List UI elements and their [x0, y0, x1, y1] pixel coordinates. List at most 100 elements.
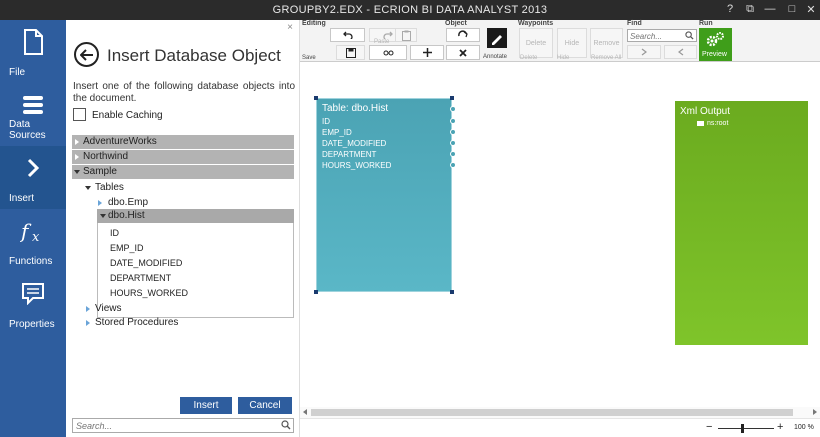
collapse-arrow-icon [74, 170, 80, 174]
table-node-dbo-hist[interactable]: Table: dbo.Hist ID EMP_ID DATE_MODIFIED … [314, 96, 456, 294]
nav-file[interactable]: File [0, 20, 66, 83]
connector-port-icon[interactable] [450, 140, 456, 146]
group-run-label: Run [699, 20, 713, 27]
zoom-slider-track[interactable] [718, 428, 774, 429]
zoom-out-button[interactable]: − [706, 421, 712, 433]
add-button[interactable] [410, 45, 444, 60]
insert-button[interactable]: Insert [180, 397, 232, 414]
speech-bubble-icon [0, 280, 66, 308]
canvas-horizontal-scrollbar[interactable] [300, 407, 820, 418]
resize-handle[interactable] [450, 290, 454, 294]
delete-object-button[interactable] [446, 45, 480, 60]
restore-layout-button[interactable]: ⧉ [743, 3, 757, 16]
window-title: GROUPBY2.EDX - ECRION BI DATA ANALYST 20… [272, 4, 548, 16]
nav-functions[interactable]: fx Functions [0, 209, 66, 272]
tree-db-sample[interactable]: Sample [72, 165, 294, 179]
table-node-field[interactable]: DEPARTMENT [322, 150, 376, 159]
zoom-in-button[interactable]: + [777, 421, 783, 433]
remove-waypoint-button[interactable]: Remove [590, 28, 623, 58]
nav-insert[interactable]: Insert [0, 146, 66, 209]
connector-port-icon[interactable] [450, 118, 456, 124]
save-box[interactable] [336, 45, 365, 60]
find-next-button[interactable] [627, 45, 661, 59]
refresh-button[interactable] [446, 28, 480, 42]
panel-close-icon[interactable]: × [287, 22, 293, 33]
table-node-field[interactable]: ID [322, 117, 330, 126]
tree-field-date-modified[interactable]: DATE_MODIFIED [110, 258, 182, 268]
hide-waypoint-button[interactable]: Hide [557, 28, 587, 58]
cancel-button[interactable]: Cancel [238, 397, 292, 414]
group-object-label: Object [445, 20, 467, 27]
maximize-button[interactable]: □ [785, 3, 799, 15]
xml-root-element[interactable]: ns:root [697, 120, 728, 127]
database-icon [0, 91, 66, 119]
expand-arrow-icon [86, 306, 90, 312]
scroll-right-icon[interactable] [813, 409, 817, 415]
svg-text:x: x [32, 230, 40, 244]
annotate-button[interactable]: Annotate [483, 28, 510, 60]
search-icon[interactable] [685, 31, 694, 43]
design-canvas[interactable]: Table: dbo.Hist ID EMP_ID DATE_MODIFIED … [300, 62, 820, 407]
tree-field-department[interactable]: DEPARTMENT [110, 273, 171, 283]
tree-views[interactable]: Views [85, 303, 185, 315]
search-icon[interactable] [281, 420, 291, 433]
paste-button[interactable] [395, 28, 417, 42]
enable-caching-checkbox[interactable] [73, 108, 86, 121]
panel-title: Insert Database Object [107, 46, 281, 65]
tree-db-northwind[interactable]: Northwind [72, 150, 294, 164]
copy-button[interactable] [369, 45, 407, 60]
connector-port-icon[interactable] [450, 151, 456, 157]
nav-file-label: File [9, 67, 26, 78]
resize-handle[interactable] [314, 290, 318, 294]
nav-properties-label: Properties [9, 319, 55, 330]
tree-table-dbo-emp[interactable]: dbo.Emp [97, 197, 197, 209]
nav-data-sources[interactable]: Data Sources [0, 83, 66, 146]
tree-field-emp-id[interactable]: EMP_ID [110, 243, 144, 253]
panel-search-box [72, 418, 294, 433]
arrow-left-icon [79, 48, 93, 61]
scrollbar-thumb[interactable] [311, 409, 793, 416]
remove-all-waypoints-label: Remove All [591, 55, 622, 61]
scroll-left-icon[interactable] [303, 409, 307, 415]
help-button[interactable]: ? [723, 3, 737, 15]
resize-handle[interactable] [450, 96, 454, 100]
xml-output-node[interactable]: Xml Output ns:root [675, 101, 808, 345]
zoom-slider-thumb[interactable] [741, 424, 744, 433]
find-search-input[interactable] [628, 31, 683, 42]
nav-properties[interactable]: Properties [0, 272, 66, 335]
close-button[interactable]: ✕ [804, 3, 818, 16]
delete-waypoint-button[interactable]: Delete [519, 28, 553, 58]
hide-waypoint-label: Hide [557, 55, 570, 61]
tree-field-hours-worked[interactable]: HOURS_WORKED [110, 288, 188, 298]
status-bar: − + 100 % [300, 418, 820, 437]
preview-button[interactable]: Preview [699, 28, 732, 61]
minimize-button[interactable]: — [763, 3, 777, 15]
tree-db-adventureworks[interactable]: AdventureWorks [72, 135, 294, 149]
group-editing-label: Editing [302, 20, 326, 27]
table-node-field[interactable]: EMP_ID [322, 128, 352, 137]
tree-stored-procedures[interactable]: Stored Procedures [85, 317, 225, 329]
tree-tables[interactable]: Tables [85, 182, 185, 194]
panel-search-input[interactable] [73, 419, 273, 432]
tree-field-id[interactable]: ID [110, 228, 119, 238]
svg-text:f: f [20, 219, 32, 243]
nav-insert-label: Insert [9, 193, 35, 204]
connector-port-icon[interactable] [450, 162, 456, 168]
connector-port-icon[interactable] [450, 106, 456, 112]
nav-functions-label: Functions [9, 256, 53, 267]
table-node-title: Table: dbo.Hist [322, 103, 389, 114]
table-node-field[interactable]: HOURS_WORKED [322, 161, 391, 170]
zoom-level: 100 % [794, 424, 814, 431]
tree-table-dbo-hist[interactable]: dbo.Hist [97, 209, 294, 223]
preview-label: Preview [702, 51, 727, 58]
table-node-field[interactable]: DATE_MODIFIED [322, 139, 386, 148]
undo-button[interactable] [330, 28, 365, 42]
find-previous-button[interactable] [664, 45, 697, 59]
back-button[interactable] [74, 42, 99, 67]
nav-data-sources-label: Data Sources [9, 119, 46, 141]
connector-port-icon[interactable] [450, 129, 456, 135]
gears-icon [706, 32, 724, 47]
annotate-label: Annotate [483, 54, 508, 60]
resize-handle[interactable] [314, 96, 318, 100]
annotate-icon [487, 28, 507, 48]
